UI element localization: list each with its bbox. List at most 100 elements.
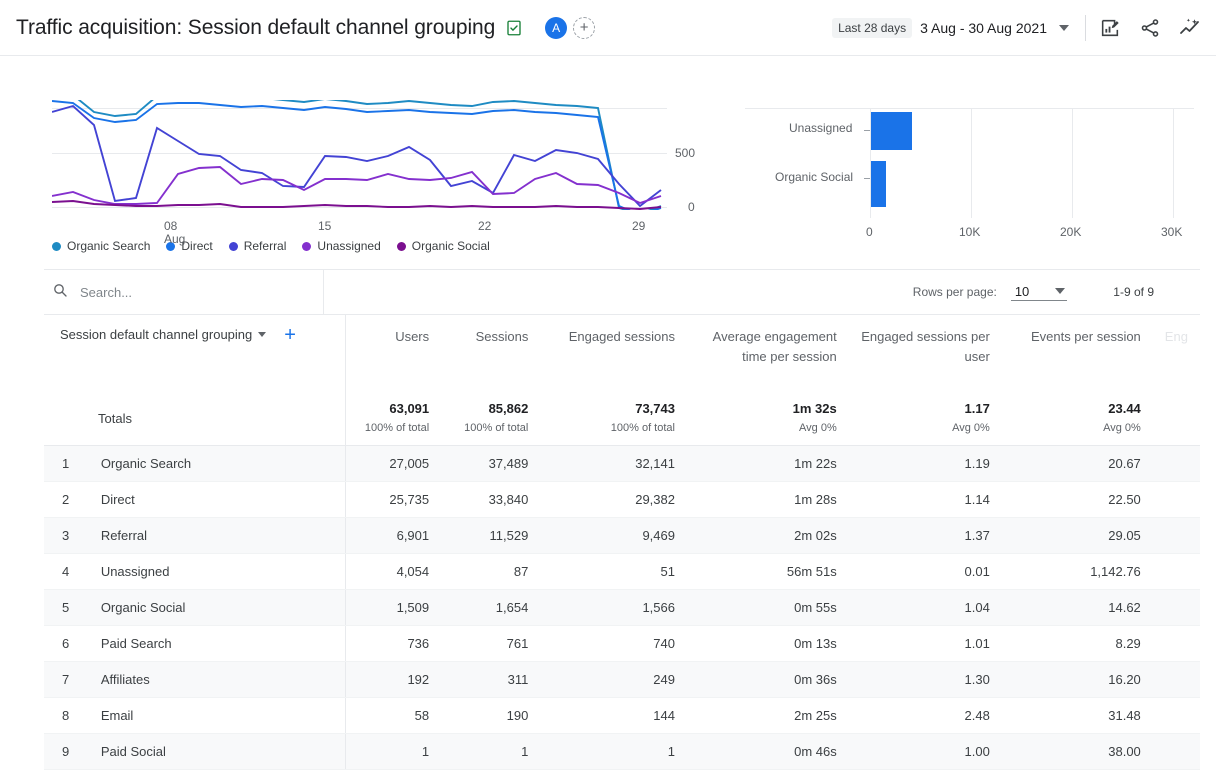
column-header-users[interactable]: Users	[346, 315, 445, 393]
totals-subtext: Avg 0%	[1103, 422, 1141, 435]
row-dimension[interactable]: Unassigned	[82, 553, 347, 590]
legend-item-organic-social[interactable]: Organic Social	[396, 239, 490, 253]
table-row[interactable]: 4 Unassigned 4,054 87 51 56m 51s 0.01 1,…	[44, 553, 1200, 590]
rows-per-page-label: Rows per page:	[912, 285, 997, 299]
gridline	[1173, 108, 1174, 218]
row-sessions: 311	[445, 661, 545, 698]
tick-mark	[864, 130, 870, 131]
table-row[interactable]: 7 Affiliates 192 311 249 0m 36s 1.30 16.…	[44, 661, 1200, 698]
row-users: 1,509	[345, 589, 446, 626]
column-header-events-per-session[interactable]: Events per session	[1006, 315, 1157, 393]
bar[interactable]	[871, 112, 912, 150]
row-events-per-session: 14.62	[1005, 589, 1157, 626]
legend-item-referral[interactable]: Referral	[228, 239, 286, 253]
row-engaged-per-user: 1.14	[852, 481, 1006, 518]
row-sessions: 761	[445, 625, 545, 662]
row-engaged-sessions: 1,566	[544, 589, 691, 626]
table-row[interactable]: 8 Email 58 190 144 2m 25s 2.48 31.48	[44, 697, 1200, 734]
row-events-per-session: 31.48	[1005, 697, 1157, 734]
row-avg-engagement: 2m 02s	[690, 517, 853, 554]
table-toolbar: Rows per page: 10 1-9 of 9	[44, 270, 1200, 315]
column-header-sessions[interactable]: Sessions	[445, 315, 544, 393]
row-avg-engagement: 1m 28s	[690, 481, 853, 518]
legend-item-organic-search[interactable]: Organic Search	[52, 239, 150, 253]
totals-users: 63,091 100% of total	[345, 393, 446, 446]
row-engaged-per-user: 1.01	[852, 625, 1006, 662]
add-dimension-icon[interactable]: +	[284, 325, 296, 345]
column-header-truncated[interactable]: Eng	[1157, 315, 1200, 393]
column-header-avg-engagement-time[interactable]: Average engagement time per session	[691, 315, 853, 393]
totals-value: 63,091	[389, 401, 430, 417]
row-truncated	[1156, 625, 1200, 662]
totals-truncated	[1156, 393, 1200, 446]
gridline	[1072, 108, 1073, 218]
legend-item-unassigned[interactable]: Unassigned	[302, 239, 381, 253]
search-container[interactable]	[44, 270, 324, 314]
pagination-controls: Rows per page: 10 1-9 of 9	[324, 270, 1200, 314]
row-dimension[interactable]: Organic Search	[82, 445, 347, 482]
row-dimension[interactable]: Affiliates	[82, 661, 347, 698]
add-collaborator-icon[interactable]: +	[573, 16, 596, 39]
row-engaged-sessions: 32,141	[544, 445, 691, 482]
x-axis-tick: 30K	[1161, 225, 1183, 239]
column-header-engaged-sessions[interactable]: Engaged sessions	[544, 315, 691, 393]
row-engaged-sessions: 29,382	[544, 481, 691, 518]
row-engaged-per-user: 2.48	[852, 697, 1006, 734]
y-axis-tick: 500	[675, 146, 696, 160]
row-truncated	[1156, 445, 1200, 482]
dimension-header-cell[interactable]: Session default channel grouping +	[44, 315, 347, 393]
y-axis-tick: 0	[688, 200, 695, 214]
row-users: 27,005	[345, 445, 446, 482]
document-check-icon[interactable]	[505, 19, 523, 37]
page-title: Traffic acquisition: Session default cha…	[16, 15, 496, 39]
row-users: 1	[345, 733, 446, 770]
totals-value: 85,862	[488, 401, 529, 417]
column-header-engaged-sessions-per-user[interactable]: Engaged sessions per user	[853, 315, 1006, 393]
table-row[interactable]: 5 Organic Social 1,509 1,654 1,566 0m 55…	[44, 589, 1200, 626]
totals-label: Totals	[44, 393, 347, 446]
totals-value: 1.17	[964, 401, 990, 417]
row-engaged-sessions: 144	[544, 697, 691, 734]
row-engaged-per-user: 1.19	[852, 445, 1006, 482]
users-by-channel-bar-chart[interactable]: Unassigned Organic Social 0 10K 20K 30K	[745, 56, 1216, 239]
row-events-per-session: 8.29	[1005, 625, 1157, 662]
table-row[interactable]: 2 Direct 25,735 33,840 29,382 1m 28s 1.1…	[44, 481, 1200, 518]
row-dimension[interactable]: Referral	[82, 517, 347, 554]
customize-report-icon[interactable]	[1098, 16, 1122, 40]
users-over-time-line-chart[interactable]: 500 0 08 Aug 15 22 29	[0, 56, 745, 246]
avatar[interactable]: A	[545, 16, 568, 39]
table-row[interactable]: 3 Referral 6,901 11,529 9,469 2m 02s 1.3…	[44, 517, 1200, 554]
row-events-per-session: 16.20	[1005, 661, 1157, 698]
x-axis-tick: 29	[632, 219, 646, 233]
row-users: 58	[345, 697, 446, 734]
totals-engaged-sessions: 73,743 100% of total	[544, 393, 691, 446]
table-row[interactable]: 9 Paid Social 1 1 1 0m 46s 1.00 38.00	[44, 733, 1200, 770]
row-dimension[interactable]: Organic Social	[82, 589, 347, 626]
x-axis-tick: 10K	[959, 225, 981, 239]
row-avg-engagement: 0m 36s	[690, 661, 853, 698]
row-users: 736	[345, 625, 446, 662]
table-row[interactable]: 6 Paid Search 736 761 740 0m 13s 1.01 8.…	[44, 625, 1200, 662]
date-range-selector[interactable]: Last 28 days 3 Aug - 30 Aug 2021	[832, 17, 1069, 38]
row-dimension[interactable]: Direct	[82, 481, 347, 518]
row-sessions: 87	[445, 553, 545, 590]
x-axis-tick: 0	[866, 225, 873, 239]
bar[interactable]	[871, 161, 886, 207]
row-dimension[interactable]: Paid Search	[82, 625, 347, 662]
insights-icon[interactable]	[1178, 16, 1202, 40]
search-input[interactable]	[80, 284, 280, 300]
header-actions	[1098, 16, 1202, 40]
row-avg-engagement: 0m 55s	[690, 589, 853, 626]
tick-mark	[864, 178, 870, 179]
row-dimension[interactable]: Email	[82, 697, 347, 734]
share-icon[interactable]	[1138, 16, 1162, 40]
table-row[interactable]: 1 Organic Search 27,005 37,489 32,141 1m…	[44, 445, 1200, 482]
row-rank: 7	[44, 661, 83, 698]
row-events-per-session: 29.05	[1005, 517, 1157, 554]
row-rank: 9	[44, 733, 83, 770]
totals-value: 23.44	[1108, 401, 1141, 417]
chevron-down-icon[interactable]	[258, 332, 267, 337]
collaborators: A +	[545, 16, 596, 39]
row-dimension[interactable]: Paid Social	[82, 733, 347, 770]
rows-per-page-select[interactable]: 10	[1010, 284, 1068, 301]
